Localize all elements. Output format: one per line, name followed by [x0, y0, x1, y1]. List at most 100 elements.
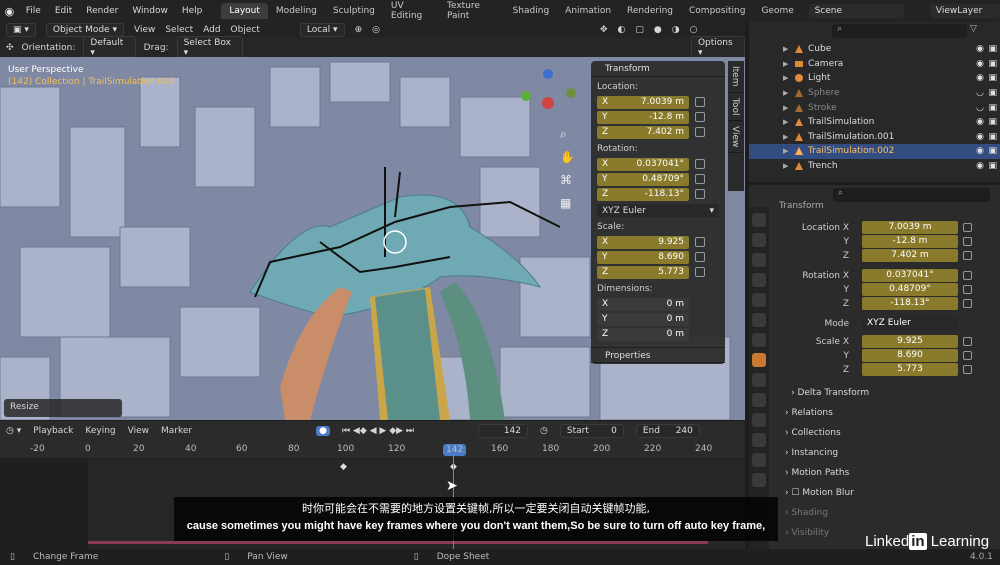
options-button[interactable]: Options ▾ [690, 35, 745, 60]
shading-solid-icon[interactable]: ● [654, 25, 662, 35]
frame-ruler[interactable]: -20 0 20 40 60 80 100 120 142 160 180 20… [0, 441, 745, 459]
list-item[interactable]: ▶ Stroke ◡ ▣ [749, 100, 1000, 115]
eye-icon[interactable]: ◉ [976, 59, 984, 69]
lock-icon[interactable] [963, 237, 972, 246]
rotation-mode-dropdown[interactable]: XYZ Euler [862, 317, 958, 330]
tab-shading[interactable]: Shading [505, 3, 558, 19]
last-operator-panel[interactable]: Resize [4, 399, 122, 417]
properties-search-input[interactable]: ⌕ [833, 188, 990, 202]
prop-scale-y[interactable]: 8.690 [862, 349, 958, 362]
tab-uv-editing[interactable]: UV Editing [383, 0, 439, 24]
camera-icon[interactable]: ▣ [988, 146, 997, 156]
relations-section[interactable]: › Relations [785, 408, 833, 418]
auto-keying-toggle[interactable]: ● [316, 426, 330, 436]
eye-icon[interactable]: ◉ [976, 146, 984, 156]
lock-icon[interactable] [963, 351, 972, 360]
playhead-frame-label[interactable]: 142 [443, 444, 467, 456]
drag-dropdown[interactable]: Select Box ▾ [176, 35, 243, 60]
camera-icon[interactable]: ▣ [988, 103, 997, 113]
pan-hand-icon[interactable]: ✋ [560, 150, 575, 164]
outliner-search-input[interactable]: ⌕ [832, 24, 967, 38]
menu-marker[interactable]: Marker [161, 426, 192, 436]
instancing-section[interactable]: › Instancing [785, 448, 838, 458]
blender-logo-icon[interactable]: ◉ [0, 5, 19, 18]
transform-section-header[interactable]: Transform [779, 201, 824, 211]
material-tab-icon[interactable] [752, 473, 766, 487]
menu-render[interactable]: Render [79, 6, 125, 16]
menu-timeline-view[interactable]: View [128, 426, 149, 436]
eye-icon[interactable]: ◉ [976, 132, 984, 142]
expand-icon[interactable]: ▶ [783, 60, 788, 68]
keyframe-diamond-icon[interactable]: ◆ [340, 462, 347, 472]
snap-icon[interactable]: ⊕ [355, 25, 363, 35]
lock-icon[interactable] [695, 174, 705, 184]
expand-icon[interactable]: ▶ [783, 162, 788, 170]
view-layer-selector[interactable]: ViewLayer [929, 4, 1000, 18]
eye-icon[interactable]: ◉ [976, 73, 984, 83]
camera-icon[interactable]: ▣ [988, 73, 997, 83]
expand-icon[interactable]: ▶ [783, 45, 788, 53]
list-item-selected[interactable]: ▶ TrailSimulation.002 ◉ ▣ [749, 144, 1000, 159]
eye-closed-icon[interactable]: ◡ [976, 88, 984, 98]
list-item[interactable]: ▶ Sphere ◡ ▣ [749, 86, 1000, 101]
expand-icon[interactable]: ▶ [783, 74, 788, 82]
menu-view[interactable]: View [134, 25, 155, 35]
rotation-y-field[interactable]: Y 0.48709° [597, 172, 689, 186]
tab-layout[interactable]: Layout [221, 3, 268, 19]
tab-texture-paint[interactable]: Texture Paint [439, 0, 505, 24]
scale-z-field[interactable]: Z 5.773 [597, 265, 689, 279]
expand-icon[interactable]: ▶ [783, 104, 788, 112]
location-y-field[interactable]: Y -12.8 m [597, 110, 689, 124]
camera-icon[interactable]: ▣ [988, 44, 997, 54]
properties-panel-header[interactable]: Properties [591, 347, 725, 363]
scale-y-field[interactable]: Y 8.690 [597, 250, 689, 264]
start-frame-field[interactable]: Start 0 [559, 424, 624, 438]
xray-toggle-icon[interactable]: ▢ [635, 25, 644, 35]
tab-geometry-nodes[interactable]: Geome [753, 3, 801, 19]
shading-material-icon[interactable]: ◑ [672, 25, 680, 35]
lock-icon[interactable] [695, 127, 705, 137]
eye-icon[interactable]: ◉ [976, 161, 984, 171]
eye-icon[interactable]: ◉ [976, 117, 984, 127]
move-tool-icon[interactable]: ✣ [6, 43, 14, 53]
camera-icon[interactable]: ▣ [988, 59, 997, 69]
scale-x-field[interactable]: X 9.925 [597, 235, 689, 249]
prop-rotation-z[interactable]: -118.13° [862, 297, 958, 310]
location-z-field[interactable]: Z 7.402 m [597, 125, 689, 139]
menu-edit[interactable]: Edit [48, 6, 79, 16]
prop-scale-x[interactable]: 9.925 [862, 335, 958, 348]
dimensions-x-field[interactable]: X 0 m [597, 297, 689, 311]
tab-compositing[interactable]: Compositing [681, 3, 753, 19]
list-item[interactable]: ▶ Light ◉ ▣ [749, 71, 1000, 86]
menu-playback[interactable]: Playback [33, 426, 73, 436]
rotation-mode-select[interactable]: XYZ Euler ▾ [597, 204, 719, 217]
scene-selector[interactable]: Scene [808, 4, 905, 18]
lock-icon[interactable] [695, 252, 705, 262]
preview-range-icon[interactable]: ◷ [540, 426, 548, 436]
camera-icon[interactable]: ▣ [988, 161, 997, 171]
filter-icon[interactable]: ▽ [970, 24, 977, 34]
visibility-section[interactable]: › Visibility [785, 528, 829, 538]
prop-rotation-y[interactable]: 0.48709° [862, 283, 958, 296]
dimensions-z-field[interactable]: Z 0 m [597, 327, 689, 341]
list-item[interactable]: ▶ Camera ◉ ▣ [749, 57, 1000, 72]
list-item[interactable]: ▶ TrailSimulation ◉ ▣ [749, 115, 1000, 130]
playback-controls[interactable]: ⏮ ◀◆ ◀ ▶ ◆▶ ⏭ [342, 426, 414, 436]
prop-location-x[interactable]: 7.0039 m [862, 221, 958, 234]
camera-icon[interactable]: ▣ [988, 132, 997, 142]
prop-location-z[interactable]: 7.402 m [862, 249, 958, 262]
lock-icon[interactable] [963, 299, 972, 308]
menu-file[interactable]: File [19, 6, 48, 16]
menu-keying[interactable]: Keying [85, 426, 115, 436]
data-tab-icon[interactable] [752, 453, 766, 467]
camera-icon[interactable]: ▣ [988, 117, 997, 127]
prop-scale-z[interactable]: 5.773 [862, 363, 958, 376]
motion-paths-section[interactable]: › Motion Paths [785, 468, 849, 478]
tab-modeling[interactable]: Modeling [268, 3, 325, 19]
modifier-tab-icon[interactable] [752, 373, 766, 387]
expand-icon[interactable]: ▶ [783, 133, 788, 141]
menu-help[interactable]: Help [175, 6, 210, 16]
tab-tool[interactable]: Tool [728, 93, 742, 121]
expand-icon[interactable]: ▶ [783, 147, 788, 155]
grid-view-icon[interactable]: ▦ [560, 196, 571, 210]
